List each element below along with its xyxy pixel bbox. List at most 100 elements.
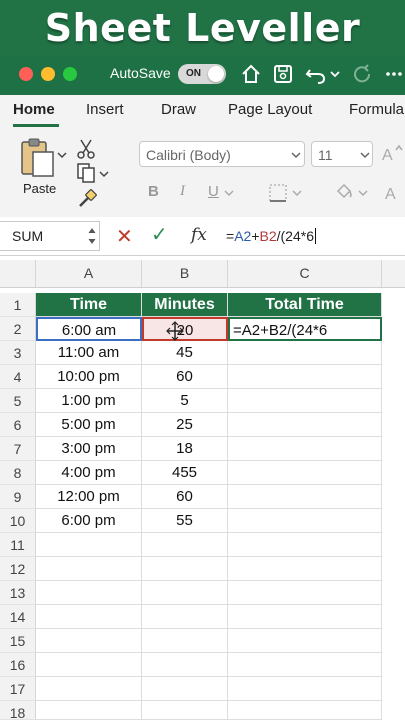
home-icon[interactable] [240,60,262,88]
tab-page-layout[interactable]: Page Layout [228,101,312,118]
cell-a9[interactable]: 12:00 pm [36,485,142,509]
cell-c6[interactable] [228,413,382,437]
chevron-down-icon[interactable] [329,60,341,88]
row-header[interactable]: 4 [0,365,36,389]
paste-icon[interactable] [18,136,58,180]
column-header-d[interactable] [382,260,405,287]
copy-icon[interactable] [76,162,96,184]
empty-cell[interactable] [142,533,228,557]
chevron-down-icon[interactable] [224,188,234,198]
row-header[interactable]: 5 [0,389,36,413]
tab-insert[interactable]: Insert [86,101,124,118]
empty-cell[interactable] [142,557,228,581]
empty-cell[interactable] [228,629,382,653]
redo-icon[interactable] [350,60,374,88]
row-header[interactable]: 9 [0,485,36,509]
empty-cell[interactable] [228,677,382,701]
formula-input[interactable]: =A2+B2/(24*6 [226,228,316,244]
cell-b3[interactable]: 45 [142,341,228,365]
cell-c2-editing[interactable]: =A2+B2/(24*6 [228,317,382,341]
cell-b2[interactable]: 20 [142,317,228,341]
empty-cell[interactable] [142,701,228,720]
undo-icon[interactable] [304,60,330,88]
row-header[interactable]: 8 [0,461,36,485]
empty-cell[interactable] [142,629,228,653]
row-header[interactable]: 6 [0,413,36,437]
row-header[interactable]: 7 [0,437,36,461]
empty-cell[interactable] [228,701,382,720]
tab-home[interactable]: Home [13,101,55,118]
empty-cell[interactable] [36,557,142,581]
column-header-a[interactable]: A [36,260,142,287]
save-icon[interactable] [272,60,294,88]
cell-c4[interactable] [228,365,382,389]
select-all-corner[interactable] [0,260,36,287]
cell-b6[interactable]: 25 [142,413,228,437]
row-header[interactable]: 17 [0,677,36,701]
row-header[interactable]: 15 [0,629,36,653]
borders-icon[interactable] [268,183,288,203]
cell-a2[interactable]: 6:00 am [36,317,142,341]
row-header[interactable]: 12 [0,557,36,581]
fill-color-icon[interactable] [333,182,355,204]
column-header-c[interactable]: C [228,260,382,287]
cell-a3[interactable]: 11:00 am [36,341,142,365]
underline-button[interactable]: U [208,183,219,200]
empty-cell[interactable] [228,653,382,677]
cell-b9[interactable]: 60 [142,485,228,509]
cell-c10[interactable] [228,509,382,533]
close-window-button[interactable] [19,67,33,81]
header-cell-total-time[interactable]: Total Time [228,293,382,317]
row-header[interactable]: 1 [0,293,36,317]
empty-cell[interactable] [228,533,382,557]
name-box-stepper-icon[interactable] [87,225,97,247]
row-header[interactable]: 14 [0,605,36,629]
bold-button[interactable]: B [148,183,159,200]
empty-cell[interactable] [36,629,142,653]
cell-b8[interactable]: 455 [142,461,228,485]
empty-cell[interactable] [36,605,142,629]
cell-b10[interactable]: 55 [142,509,228,533]
row-header[interactable]: 3 [0,341,36,365]
cancel-formula-icon[interactable]: ✕ [116,224,133,249]
paste-dropdown-icon[interactable] [57,150,67,160]
more-options-icon[interactable] [384,60,402,88]
empty-cell[interactable] [228,557,382,581]
maximize-window-button[interactable] [63,67,77,81]
cell-a6[interactable]: 5:00 pm [36,413,142,437]
chevron-down-icon[interactable] [292,188,302,198]
empty-cell[interactable] [228,581,382,605]
empty-cell[interactable] [142,677,228,701]
cut-icon[interactable] [76,138,96,160]
minimize-window-button[interactable] [41,67,55,81]
empty-cell[interactable] [36,653,142,677]
cell-a7[interactable]: 3:00 pm [36,437,142,461]
cell-a10[interactable]: 6:00 pm [36,509,142,533]
chevron-down-icon[interactable] [358,188,368,198]
cell-c8[interactable] [228,461,382,485]
cell-a8[interactable]: 4:00 pm [36,461,142,485]
empty-cell[interactable] [142,653,228,677]
format-painter-icon[interactable] [76,188,98,210]
insert-function-icon[interactable]: fx [191,225,207,245]
row-header[interactable]: 13 [0,581,36,605]
row-header[interactable]: 18 [0,701,36,721]
empty-cell[interactable] [36,701,142,720]
empty-cell[interactable] [36,677,142,701]
tab-draw[interactable]: Draw [161,101,196,118]
empty-cell[interactable] [36,581,142,605]
confirm-formula-icon[interactable]: ✓ [151,222,168,247]
cell-c9[interactable] [228,485,382,509]
header-cell-time[interactable]: Time [36,293,142,317]
empty-cell[interactable] [36,533,142,557]
italic-button[interactable]: I [180,183,185,200]
font-color-icon[interactable]: A [382,182,404,204]
empty-cell[interactable] [142,581,228,605]
column-header-b[interactable]: B [142,260,228,287]
row-header[interactable]: 11 [0,533,36,557]
row-header[interactable]: 16 [0,653,36,677]
cell-b5[interactable]: 5 [142,389,228,413]
tab-formulas[interactable]: Formula [349,101,404,118]
row-header[interactable]: 10 [0,509,36,533]
increase-font-size-icon[interactable]: A [381,143,405,165]
